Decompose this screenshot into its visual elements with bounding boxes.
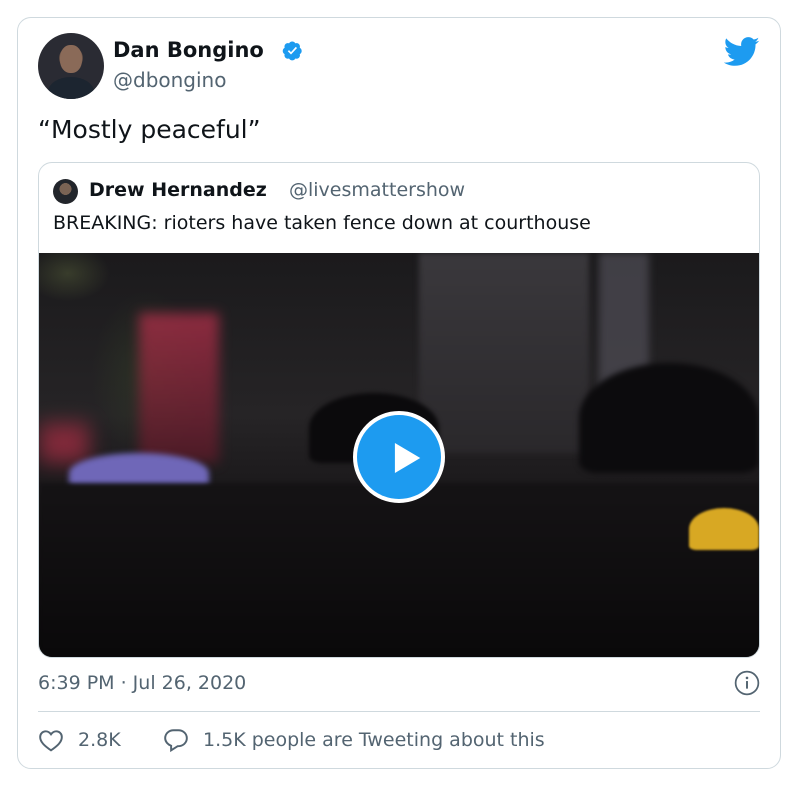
author-name[interactable]: Dan Bongino <box>113 38 264 62</box>
quoted-tweet[interactable]: Drew Hernandez @livesmattershow BREAKING… <box>38 162 760 658</box>
video-scene-crowd <box>39 483 759 657</box>
quoted-author-handle[interactable]: @livesmattershow <box>289 179 465 201</box>
author-handle[interactable]: @dbongino <box>113 68 226 92</box>
tweet-timestamp[interactable]: 6:39 PM · Jul 26, 2020 <box>38 672 246 694</box>
verified-badge-icon <box>282 41 302 61</box>
quoted-tweet-text: BREAKING: rioters have taken fence down … <box>53 212 591 234</box>
video-scene-light <box>39 423 89 463</box>
quoted-author-name[interactable]: Drew Hernandez <box>89 179 267 201</box>
heart-icon[interactable] <box>38 728 64 752</box>
like-count[interactable]: 2.8K <box>78 729 121 751</box>
tweet-text: “Mostly peaceful” <box>38 115 261 144</box>
embedded-tweet-card: Dan Bongino @dbongino “Mostly peaceful” … <box>17 17 781 769</box>
reply-bubble-icon[interactable] <box>163 727 189 753</box>
avatar-shoulders <box>48 77 94 99</box>
video-scene-wall <box>139 313 219 463</box>
divider <box>38 711 760 712</box>
video-scene-umbrella-right <box>579 363 759 473</box>
quoted-author-avatar[interactable] <box>53 179 78 204</box>
play-button[interactable] <box>353 411 445 503</box>
conversation-count[interactable]: 1.5K people are Tweeting about this <box>203 729 545 751</box>
play-icon <box>394 442 421 474</box>
avatar-face <box>60 45 82 73</box>
video-scene-hardhat <box>689 508 759 550</box>
twitter-bird-icon[interactable] <box>724 37 760 67</box>
video-thumbnail[interactable] <box>39 253 759 657</box>
info-icon[interactable] <box>734 670 760 696</box>
video-scene-building <box>419 253 589 453</box>
author-avatar[interactable] <box>38 33 104 99</box>
